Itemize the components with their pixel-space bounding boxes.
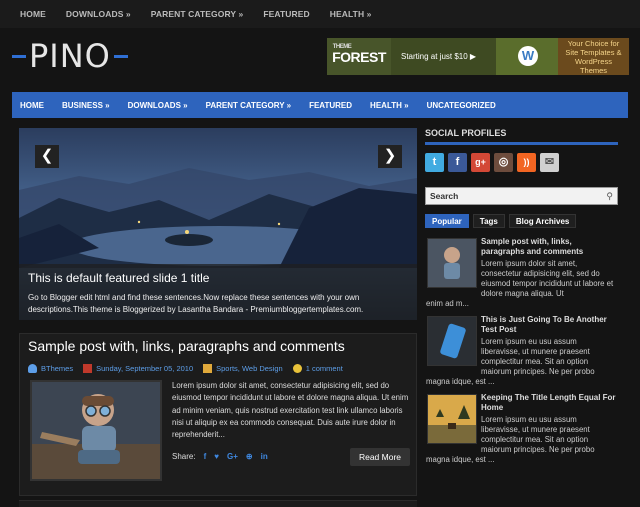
popular-post-excerpt: Lorem ipsum dolor sit amet, consectetur … xyxy=(481,259,614,298)
sidebar-tabs: Popular Tags Blog Archives xyxy=(425,214,620,228)
rss-icon[interactable]: )) xyxy=(517,153,536,172)
twitter-icon[interactable]: t xyxy=(425,153,444,172)
google-plus-icon[interactable]: g+ xyxy=(471,153,490,172)
search-label: Search xyxy=(430,191,459,201)
calendar-icon xyxy=(83,364,93,373)
popular-post-image xyxy=(428,317,476,365)
slider-prev-button[interactable]: ❮ xyxy=(35,145,59,168)
main-nav-downloads[interactable]: DOWNLOADS » xyxy=(128,101,188,110)
popular-post-excerpt: Lorem ipsum eu usu assum liberavisse, ut… xyxy=(481,415,595,454)
main-nav-health[interactable]: HEALTH » xyxy=(370,101,409,110)
popular-post-excerpt-tail: enim ad m... xyxy=(426,299,469,308)
popular-post-thumbnail[interactable] xyxy=(427,316,477,366)
social-icons: t f g+ ◎ )) ✉ xyxy=(425,153,620,172)
share-linkedin-icon[interactable]: in xyxy=(261,452,268,461)
popular-post-title[interactable]: This is Just Going To Be Another Test Po… xyxy=(481,315,616,335)
main-nav-parent-category[interactable]: PARENT CATEGORY » xyxy=(206,101,292,110)
post-meta: BThemes Sunday, September 05, 2010 Sport… xyxy=(28,364,343,373)
read-more-button[interactable]: Read More xyxy=(350,448,410,466)
popular-post-thumbnail[interactable] xyxy=(427,238,477,288)
tab-popular[interactable]: Popular xyxy=(425,214,469,228)
ad-brand: THEME FOREST xyxy=(327,38,391,75)
post-labels[interactable]: Sports, Web Design xyxy=(216,364,283,373)
share-twitter-icon[interactable]: ♥ xyxy=(214,452,219,461)
post-thumbnail-image xyxy=(32,382,160,479)
slide-caption: This is default featured slide 1 title G… xyxy=(19,264,417,320)
site-header: PINO THEME FOREST Starting at just $10 ▶… xyxy=(0,28,640,88)
comment-icon xyxy=(292,364,302,373)
popular-post-excerpt: Lorem ipsum eu usu assum liberavisse, ut… xyxy=(481,337,595,376)
main-nav-home[interactable]: HOME xyxy=(20,101,44,110)
wordpress-icon: W xyxy=(518,46,538,66)
post-title[interactable]: Sample post with, links, paragraphs and … xyxy=(28,338,345,354)
sidebar: SOCIAL PROFILES t f g+ ◎ )) ✉ Search ⚲ P… xyxy=(425,128,620,468)
main-nav-uncategorized[interactable]: UNCATEGORIZED xyxy=(427,101,496,110)
facebook-icon[interactable]: f xyxy=(448,153,467,172)
search-icon[interactable]: ⚲ xyxy=(606,191,613,202)
post-thumbnail[interactable] xyxy=(30,380,162,481)
popular-post-excerpt-tail: magna idque, est ... xyxy=(426,377,495,386)
tab-blog-archives[interactable]: Blog Archives xyxy=(508,214,577,228)
share-bar: Share: f ♥ G+ ⊕ in xyxy=(172,452,268,461)
top-nav-featured[interactable]: FEATURED xyxy=(263,9,309,19)
post-comments[interactable]: 1 comment xyxy=(306,364,343,373)
share-label: Share: xyxy=(172,452,196,461)
logo-text: PINO xyxy=(29,37,111,75)
ad-choice-text: Your Choice for Site Templates & WordPre… xyxy=(558,38,629,75)
logo-left-bar xyxy=(12,54,26,58)
tab-tags[interactable]: Tags xyxy=(472,214,505,228)
ad-tagline: Starting at just $10 ▶ xyxy=(401,52,477,61)
slide-description: Go to Blogger edit html and find these s… xyxy=(28,293,364,314)
share-facebook-icon[interactable]: f xyxy=(204,452,207,461)
top-nav-home[interactable]: HOME xyxy=(20,9,46,19)
main-column: ❮ ❯ This is default featured slide 1 tit… xyxy=(19,128,417,320)
instagram-icon[interactable]: ◎ xyxy=(494,153,513,172)
ad-wordpress-graphic: W xyxy=(496,38,558,75)
ad-brand-small: THEME xyxy=(332,43,352,50)
popular-post-image xyxy=(428,395,476,443)
search-box[interactable]: Search ⚲ xyxy=(425,187,618,205)
popular-posts-list: Sample post with, links, paragraphs and … xyxy=(425,234,620,468)
header-ad-banner[interactable]: THEME FOREST Starting at just $10 ▶ W Yo… xyxy=(327,38,629,75)
popular-post-title[interactable]: Sample post with, links, paragraphs and … xyxy=(481,237,616,257)
top-nav-health[interactable]: HEALTH » xyxy=(330,9,372,19)
post-excerpt: Lorem ipsum dolor sit amet, consectetur … xyxy=(172,381,409,440)
share-pinterest-icon[interactable]: ⊕ xyxy=(246,452,253,461)
list-item: Keeping The Title Length Equal For Home … xyxy=(425,390,620,468)
popular-post-excerpt-tail: magna idque, est ... xyxy=(426,455,495,464)
social-profiles-heading: SOCIAL PROFILES xyxy=(425,128,618,145)
popular-post-thumbnail[interactable] xyxy=(427,394,477,444)
featured-slider[interactable]: ❮ ❯ This is default featured slide 1 tit… xyxy=(19,128,417,320)
ad-brand-text: FOREST xyxy=(332,48,386,65)
top-navigation: HOME DOWNLOADS » PARENT CATEGORY » FEATU… xyxy=(0,0,640,28)
slider-next-button[interactable]: ❯ xyxy=(378,145,402,168)
top-nav-downloads[interactable]: DOWNLOADS » xyxy=(66,9,131,19)
slide-title[interactable]: This is default featured slide 1 title xyxy=(28,271,209,285)
folder-icon xyxy=(203,364,213,373)
next-post-edge xyxy=(19,500,417,507)
list-item: This is Just Going To Be Another Test Po… xyxy=(425,312,620,390)
popular-post-image xyxy=(428,239,476,287)
main-nav-business[interactable]: BUSINESS » xyxy=(62,101,110,110)
share-google-plus-icon[interactable]: G+ xyxy=(227,452,238,461)
main-navigation: HOME BUSINESS » DOWNLOADS » PARENT CATEG… xyxy=(12,92,628,118)
post-author[interactable]: BThemes xyxy=(41,364,73,373)
top-nav-parent-category[interactable]: PARENT CATEGORY » xyxy=(151,9,244,19)
popular-post-title[interactable]: Keeping The Title Length Equal For Home xyxy=(481,393,616,413)
logo-right-bar xyxy=(113,54,128,58)
main-nav-featured[interactable]: FEATURED xyxy=(309,101,352,110)
post-date: Sunday, September 05, 2010 xyxy=(96,364,194,373)
blog-post: Sample post with, links, paragraphs and … xyxy=(19,333,417,496)
email-icon[interactable]: ✉ xyxy=(540,153,559,172)
list-item: Sample post with, links, paragraphs and … xyxy=(425,234,620,312)
site-logo[interactable]: PINO xyxy=(12,36,128,76)
author-icon xyxy=(28,364,37,373)
